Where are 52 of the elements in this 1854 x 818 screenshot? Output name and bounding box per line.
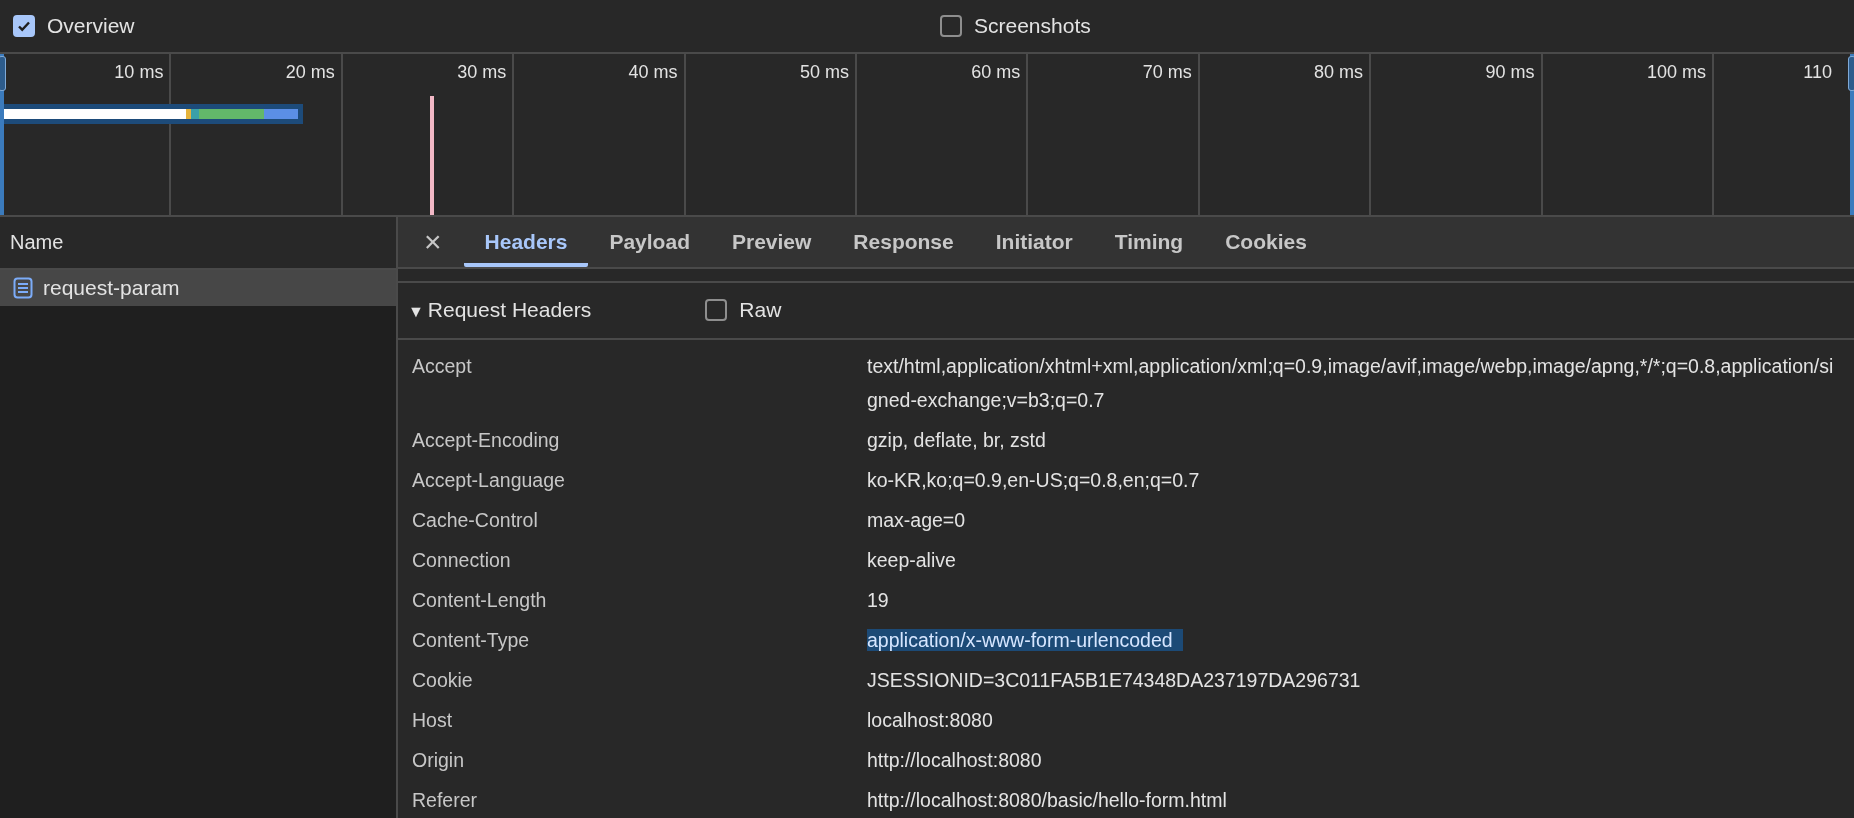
time-tick-label: 100 ms <box>1646 62 1706 83</box>
header-name: Cache-Control <box>412 508 539 533</box>
header-name: Accept-Language <box>412 468 566 493</box>
header-name: Connection <box>412 548 512 573</box>
tab[interactable]: Response <box>832 217 975 268</box>
checkbox-label[interactable]: Overview <box>47 14 135 38</box>
request-name: request-param <box>43 276 180 300</box>
time-tick-label: 50 ms <box>799 62 849 83</box>
header-value: localhost:8080 <box>867 709 994 731</box>
range-handle[interactable] <box>0 56 6 91</box>
tab[interactable]: Cookies <box>1204 217 1328 268</box>
column-header[interactable]: Name <box>0 217 396 270</box>
header-name: Accept-Encoding <box>412 428 561 453</box>
tab[interactable]: Preview <box>710 217 833 268</box>
header-value: http://localhost:8080/basic/hello-form.html <box>867 789 1228 811</box>
time-tick-label: 30 ms <box>457 62 507 83</box>
tab[interactable]: Timing <box>1093 217 1205 268</box>
checkbox-label[interactable]: Screenshots <box>974 14 1091 38</box>
header-name: Origin <box>412 748 466 773</box>
header-value: 19 <box>867 589 890 611</box>
header-value: JSESSIONID=3C011FA5B1E74348DA237197DA296731 <box>867 669 1362 691</box>
header-value: keep-alive <box>867 549 957 571</box>
checkbox[interactable] <box>13 15 35 37</box>
tab[interactable]: Headers <box>463 217 589 268</box>
range-handle[interactable] <box>1848 56 1854 91</box>
time-tick-label: 60 ms <box>971 62 1021 83</box>
header-name: Accept <box>412 354 473 379</box>
time-tick-label: 110 <box>1803 62 1832 83</box>
header-name: Content-Length <box>412 588 548 613</box>
time-tick-label: 40 ms <box>628 62 678 83</box>
header-name: Cookie <box>412 668 474 693</box>
checkbox[interactable] <box>705 299 728 322</box>
header-value: gzip, deflate, br, zstd <box>867 429 1047 451</box>
section-header[interactable]: ▼ Request Headers <box>408 298 592 323</box>
document-icon <box>13 277 33 299</box>
tab[interactable]: Initiator <box>974 217 1094 268</box>
header-name: Referer <box>412 788 479 813</box>
checkbox[interactable] <box>940 15 962 37</box>
time-tick-label: 80 ms <box>1314 62 1364 83</box>
request-row[interactable]: request-param <box>0 270 396 306</box>
time-tick-label: 10 ms <box>114 62 164 83</box>
header-name: Content-Type <box>412 628 531 653</box>
tab[interactable]: Payload <box>588 217 711 268</box>
header-name: Host <box>412 708 454 733</box>
checkbox-label[interactable]: Raw <box>739 298 782 323</box>
time-tick-label: 70 ms <box>1142 62 1192 83</box>
header-value: application/x-www-form-urlencoded <box>867 629 1183 651</box>
header-value: ko-KR,ko;q=0.9,en-US;q=0.8,en;q=0.7 <box>867 469 1201 491</box>
header-value: max-age=0 <box>867 509 967 531</box>
header-value: http://localhost:8080 <box>867 749 1043 771</box>
time-tick-label: 20 ms <box>285 62 335 83</box>
time-tick-label: 90 ms <box>1485 62 1535 83</box>
